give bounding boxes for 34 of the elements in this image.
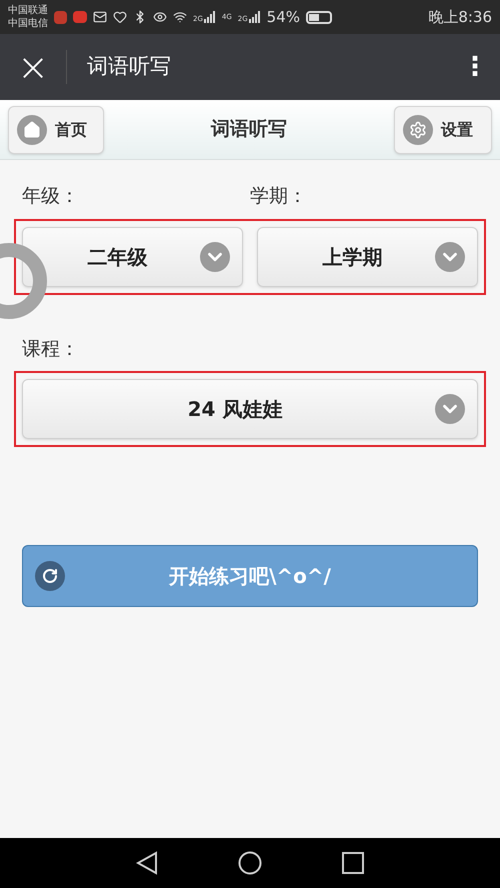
page-title: 词语听写 (87, 53, 171, 80)
battery-icon (306, 10, 332, 24)
app-icon (54, 10, 67, 24)
chevron-down-icon (435, 394, 465, 424)
field-label: 课程： (22, 336, 80, 362)
app-icon (73, 11, 87, 23)
dropdown-select[interactable]: 二年级 (22, 226, 243, 286)
header-title: 词语听写 (211, 117, 287, 142)
back-icon[interactable] (136, 851, 158, 875)
dropdown-select[interactable]: 24 风娃娃 (22, 379, 478, 439)
battery-percent: 54% (266, 6, 300, 28)
field-label: 年级： (22, 184, 80, 209)
field-label: 学期： (250, 184, 308, 209)
carrier-name: 中国联通 (8, 4, 48, 17)
signal-icon (204, 11, 216, 23)
heart-icon (113, 10, 127, 24)
eye-icon (153, 10, 167, 24)
chevron-down-icon (200, 242, 230, 272)
chevron-down-icon (435, 242, 465, 272)
menu-button[interactable]: ⋮ (450, 48, 500, 86)
settings-icon (403, 114, 433, 144)
refresh-icon (35, 561, 65, 591)
home-icon (17, 114, 47, 144)
close-button[interactable]: × (0, 34, 66, 100)
clock-time: 晚上8:36 (428, 6, 492, 28)
carrier-name: 中国电信 (8, 17, 48, 30)
wifi-icon (173, 10, 187, 24)
recents-icon[interactable] (342, 852, 364, 874)
home-circle-icon[interactable] (238, 851, 262, 875)
settings-button[interactable]: 设置 (394, 106, 492, 154)
home-button[interactable]: 首页 (8, 106, 104, 154)
mail-icon (93, 10, 107, 24)
signal-icon (248, 11, 261, 23)
dropdown-select[interactable]: 上学期 (257, 226, 478, 286)
